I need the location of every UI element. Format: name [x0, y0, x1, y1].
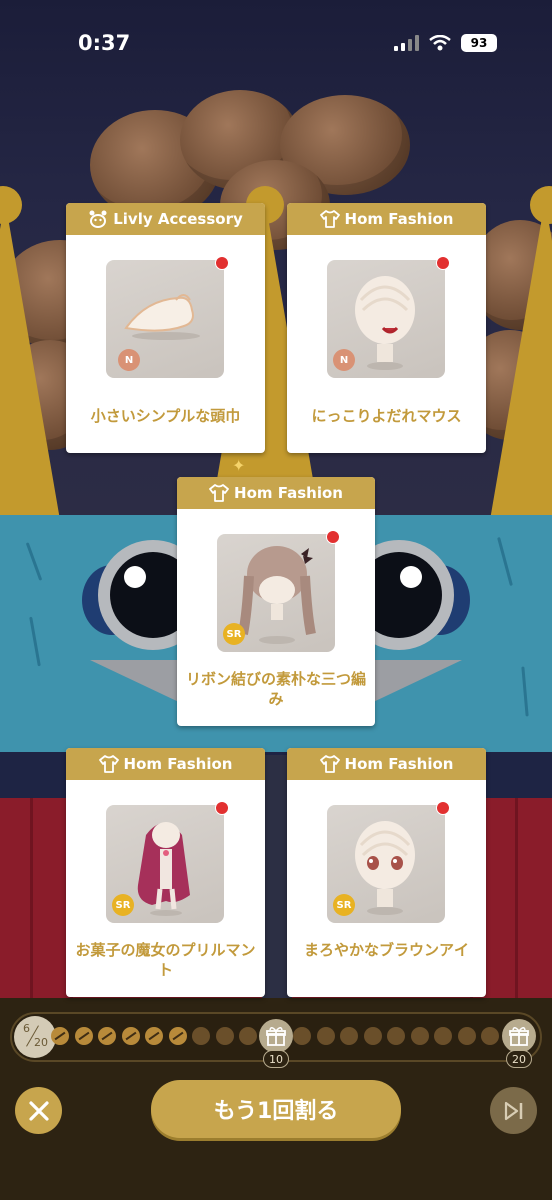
skip-button[interactable] [490, 1087, 537, 1134]
item-name: まろやかなブラウンアイ [303, 941, 469, 959]
card-category: Livly Accessory [113, 210, 243, 228]
sparkle-icon: ✦ [232, 456, 246, 475]
open-again-button[interactable]: もう1回割る [151, 1080, 401, 1138]
close-icon [28, 1100, 49, 1121]
unopened-nut-icon [387, 1027, 405, 1045]
milestone-label: 10 [263, 1050, 289, 1068]
rarity-badge: N [118, 349, 140, 371]
signal-icon [394, 35, 419, 51]
close-button[interactable] [15, 1087, 62, 1134]
unopened-nut-icon [293, 1027, 311, 1045]
item-name: 小さいシンプルな頭巾 [90, 407, 241, 425]
unopened-nut-icon [457, 1027, 476, 1045]
card-header: Hom Fashion [287, 203, 486, 235]
card-header: Hom Fashion [66, 748, 265, 780]
milestone-label: 20 [506, 1050, 532, 1068]
unopened-nut-icon [340, 1027, 358, 1045]
card-category: Hom Fashion [234, 484, 343, 502]
item-name: お菓子の魔女のプリルマント [75, 941, 256, 979]
opened-nut-icon [121, 1027, 140, 1045]
card-category: Hom Fashion [344, 755, 454, 773]
milestone-reward[interactable] [259, 1019, 293, 1053]
screen: ✦ ✦ ✦ ✦ ✦ 0:37 93 Livly Accessory [0, 0, 552, 1200]
crown-decoration [0, 200, 60, 520]
shirt-icon [319, 755, 340, 773]
wifi-icon [429, 35, 451, 51]
rarity-badge: SR [223, 623, 245, 645]
rarity-badge: SR [112, 894, 134, 916]
new-badge [436, 256, 450, 270]
skip-icon [504, 1101, 522, 1120]
shirt-icon [209, 484, 229, 502]
status-icons: 93 [394, 34, 497, 52]
opened-nut-icon [168, 1027, 187, 1045]
shirt-icon [319, 210, 340, 228]
rarity-badge: N [333, 349, 355, 371]
item-name: リボン結びの素朴な三つ編み [185, 670, 366, 708]
card-header: Hom Fashion [287, 748, 486, 780]
curtain-fold [30, 798, 33, 1003]
item-name: にっこりよだれマウス [311, 407, 462, 425]
card-category: Hom Fashion [123, 755, 233, 773]
open-count-total: 20 [34, 1036, 48, 1049]
paw-icon [89, 210, 107, 228]
new-badge [215, 256, 229, 270]
rarity-badge: SR [333, 894, 355, 916]
crown-decoration [490, 200, 552, 520]
item-card[interactable]: Hom Fashion SR お菓子の魔女のプリルマント [66, 748, 265, 997]
unopened-nut-icon [363, 1027, 382, 1045]
opened-nut-icon [98, 1027, 116, 1045]
milestone-reward[interactable] [502, 1019, 536, 1053]
eye-shine [400, 566, 422, 588]
opened-nut-icon [145, 1027, 163, 1045]
unopened-nut-icon [481, 1027, 499, 1045]
open-count-current: 6 [23, 1022, 30, 1035]
item-card[interactable]: Hom Fashion SR リボン結びの素朴な三つ編み [177, 477, 375, 726]
new-badge [436, 801, 450, 815]
unopened-nut-icon [410, 1027, 429, 1045]
gift-icon [509, 1027, 529, 1046]
open-count-badge: 6 20 [14, 1016, 56, 1058]
battery-indicator: 93 [461, 34, 497, 52]
item-card[interactable]: Hom Fashion SR まろやかなブラウンアイ [287, 748, 486, 997]
status-time: 0:37 [78, 31, 131, 55]
unopened-nut-icon [316, 1027, 335, 1045]
unopened-nut-icon [215, 1027, 234, 1045]
gift-icon [266, 1027, 286, 1046]
new-badge [215, 801, 229, 815]
opened-nut-icon [74, 1027, 93, 1045]
new-badge [326, 530, 340, 544]
eye-shine [124, 566, 146, 588]
unopened-nut-icon [192, 1027, 210, 1045]
curtain-fold [515, 798, 518, 1003]
item-card[interactable]: Livly Accessory N 小さいシンプルな頭巾 [66, 203, 265, 453]
shirt-icon [98, 755, 119, 773]
card-category: Hom Fashion [344, 210, 454, 228]
item-card[interactable]: Hom Fashion N にっこりよだれマウス [287, 203, 486, 453]
opened-nut-icon [51, 1027, 69, 1045]
card-header: Livly Accessory [66, 203, 265, 235]
card-header: Hom Fashion [177, 477, 375, 509]
unopened-nut-icon [434, 1027, 452, 1045]
unopened-nut-icon [239, 1027, 257, 1045]
